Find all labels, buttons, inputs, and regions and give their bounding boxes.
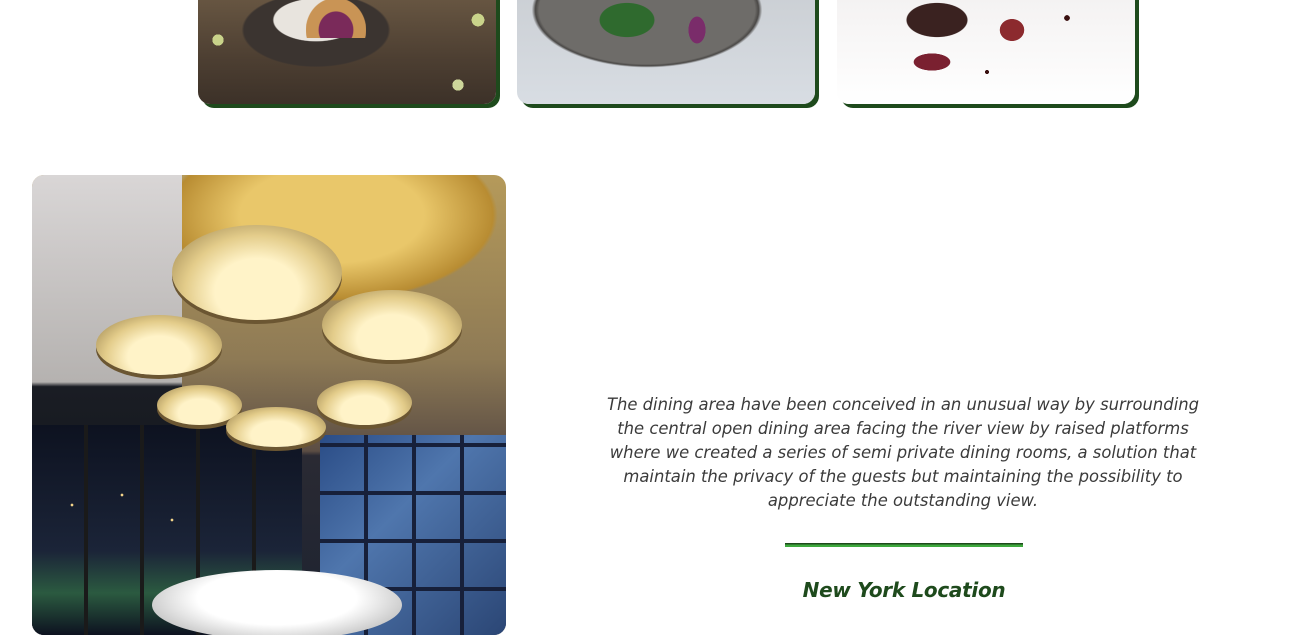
food-photo	[517, 0, 815, 104]
chandelier	[172, 225, 342, 320]
food-plate	[306, 0, 366, 38]
section-divider	[785, 543, 1023, 547]
gallery-image-3[interactable]	[837, 0, 1135, 104]
gallery-image-2[interactable]	[517, 0, 815, 104]
location-title: New York Location	[802, 578, 1006, 602]
gallery-image-1[interactable]	[198, 0, 496, 104]
chandelier	[96, 315, 222, 375]
dining-table	[152, 570, 402, 635]
chandelier	[322, 290, 462, 360]
food-photo	[837, 0, 1135, 104]
chandelier	[317, 380, 412, 425]
dining-room-photo	[32, 175, 506, 635]
chandelier	[226, 407, 326, 447]
dining-description: The dining area have been conceived in a…	[606, 395, 1200, 510]
